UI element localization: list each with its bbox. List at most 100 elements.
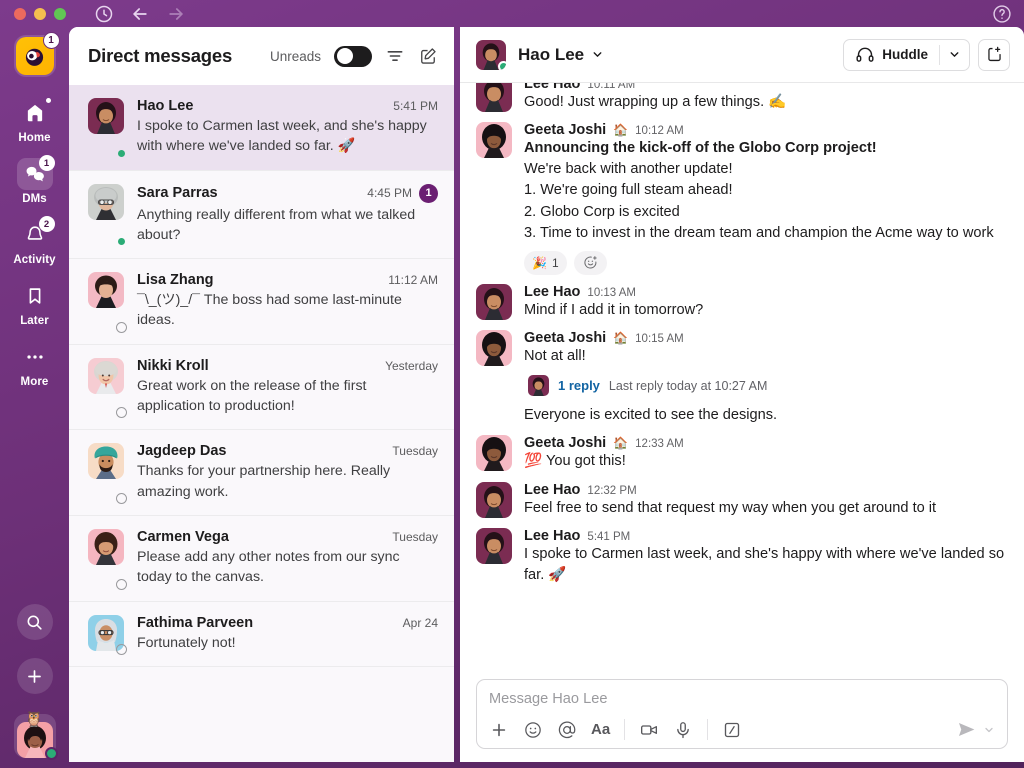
dm-conversation-list: Hao Lee 5:41 PM I spoke to Carmen last w… (69, 85, 454, 762)
avatar-image-geeta-m3 (476, 330, 512, 367)
forward-arrow-icon[interactable] (166, 4, 186, 24)
list-item[interactable]: Fathima Parveen Apr 24 Fortunately not! (69, 602, 454, 667)
list-item-meta: Tuesday (392, 444, 438, 458)
avatar (88, 528, 124, 565)
back-arrow-icon[interactable] (130, 4, 150, 24)
list-item-body: Carmen Vega Tuesday Please add any other… (137, 529, 438, 588)
sidebar-item-more[interactable]: More (6, 341, 64, 388)
filter-icon[interactable] (385, 46, 405, 66)
thread-summary[interactable]: 1 reply Last reply today at 10:27 AM (528, 375, 1008, 397)
thread-reply-count[interactable]: 1 reply (558, 378, 600, 393)
avatar[interactable] (476, 39, 506, 70)
timestamp: Apr 24 (402, 615, 438, 630)
slash-icon[interactable] (722, 720, 742, 740)
message-meta: Lee Hao 10:13 AM (524, 284, 1008, 300)
avatar-image-nikki (88, 357, 124, 394)
huddle-button[interactable]: Huddle (843, 38, 970, 71)
close-window-button[interactable] (14, 7, 26, 20)
dms-unread-badge: 1 (38, 155, 55, 171)
huddle-options-button[interactable] (940, 48, 969, 61)
add-reaction-button[interactable] (573, 250, 607, 275)
avatar-image-hao-m6 (476, 527, 512, 564)
unreads-toggle[interactable] (334, 45, 372, 67)
message-body: Not at all! (524, 348, 586, 365)
message-timestamp: 12:33 AM (635, 438, 684, 451)
avatar-image (528, 375, 549, 397)
new-canvas-button[interactable] (978, 38, 1010, 71)
plus-icon[interactable] (489, 720, 509, 740)
list-item-header: Sara Parras 4:45 PM 1 (137, 183, 438, 203)
reaction-pill[interactable]: 🎉 1 (524, 250, 567, 275)
message-preview: Please add any other notes from our sync… (137, 548, 400, 586)
message-meta: Geeta Joshi 🏠 10:12 AM (524, 122, 1008, 138)
reaction-count: 1 (551, 255, 559, 270)
avatar-image-hao-m0 (476, 83, 512, 112)
sidebar-item-dms[interactable]: 1 DMs (6, 155, 64, 205)
headphones-icon (856, 47, 874, 62)
conversation-name: Sara Parras (137, 185, 218, 202)
list-item[interactable]: Carmen Vega Tuesday Please add any other… (69, 516, 454, 602)
minimize-window-button[interactable] (34, 7, 46, 20)
page-title: Direct messages (88, 45, 233, 66)
avatar (476, 122, 512, 275)
list-item-body: Nikki Kroll Yesterday Great work on the … (137, 358, 438, 417)
search-button[interactable] (16, 604, 53, 640)
author-status-emoji: 🏠 (613, 331, 629, 346)
maximize-window-button[interactable] (54, 7, 66, 20)
clock-icon[interactable] (94, 4, 114, 24)
user-avatar-button[interactable]: 🦉 (13, 711, 58, 760)
message-author: Lee Hao (524, 283, 581, 300)
message-composer[interactable]: Message Hao Lee Aa (476, 679, 1008, 749)
mic-icon[interactable] (673, 720, 693, 740)
timestamp: 4:45 PM (367, 186, 412, 201)
list-item-body: Hao Lee 5:41 PM I spoke to Carmen last w… (137, 98, 438, 157)
message-preview: Fortunately not! (137, 634, 236, 651)
chevron-down-icon[interactable] (983, 724, 995, 736)
message-timestamp: 10:11 AM (587, 83, 636, 91)
emoji-icon[interactable] (523, 720, 543, 740)
message-timestamp: 10:13 AM (587, 286, 637, 299)
list-item[interactable]: Nikki Kroll Yesterday Great work on the … (69, 345, 454, 431)
send-icon[interactable] (956, 719, 977, 740)
message-input[interactable]: Message Hao Lee (489, 691, 995, 719)
timestamp: 5:41 PM (393, 99, 438, 113)
format-icon[interactable]: Aa (591, 720, 610, 740)
avatar-image (476, 435, 512, 472)
list-item-header: Nikki Kroll Yesterday (137, 358, 438, 374)
message-list[interactable]: Lee Hao 10:11 AM Good! Just wrapping up … (460, 83, 1024, 671)
sidebar-item-activity[interactable]: 2 Activity (6, 216, 64, 266)
create-new-button[interactable] (16, 658, 53, 694)
sidebar-item-home[interactable]: Home (6, 97, 64, 144)
mention-icon[interactable] (557, 720, 577, 740)
message-body-line: 3. Time to invest in the dream team and … (524, 224, 994, 241)
message-body-after-thread: Everyone is excited to see the designs. (524, 407, 778, 424)
plus-icon (28, 669, 41, 683)
video-icon[interactable] (639, 720, 659, 740)
message-preview: Great work on the release of the first a… (137, 377, 367, 415)
list-item[interactable]: Lisa Zhang 11:12 AM ¯\_(ツ)_/¯ The boss h… (69, 259, 454, 345)
sidebar-item-label-later: Later (20, 315, 49, 327)
compose-icon[interactable] (418, 46, 438, 66)
message-author: Lee Hao (524, 83, 581, 92)
chevron-down-icon[interactable] (591, 48, 604, 61)
conversation-pane: Hao Lee Huddle Lee Hao 10:11 AM Good! Ju… (460, 27, 1024, 762)
presence-indicator (498, 60, 506, 70)
activity-unread-badge: 2 (38, 216, 55, 232)
huddle-main[interactable]: Huddle (844, 45, 939, 65)
workspace-switcher[interactable]: 1 (15, 32, 60, 75)
message-preview: Thanks for your partnership here. Really… (137, 463, 391, 500)
presence-indicator (116, 407, 127, 419)
timestamp: Yesterday (385, 358, 438, 373)
window-controls[interactable] (0, 7, 66, 20)
avatar-image (476, 283, 512, 320)
conversation-name: Hao Lee (137, 98, 194, 114)
list-item-meta: Yesterday (385, 359, 438, 373)
message-content: Lee Hao 10:13 AM Mind if I add it in tom… (524, 284, 1008, 321)
sidebar-item-later[interactable]: Later (6, 280, 64, 327)
list-item[interactable]: Hao Lee 5:41 PM I spoke to Carmen last w… (69, 85, 454, 171)
list-item[interactable]: Sara Parras 4:45 PM 1 Anything really di… (69, 171, 454, 260)
list-item[interactable]: Jagdeep Das Tuesday Thanks for your part… (69, 430, 454, 516)
conversation-name: Fathima Parveen (137, 614, 254, 631)
list-item-body: Sara Parras 4:45 PM 1 Anything really di… (137, 183, 438, 246)
help-circle-icon[interactable] (992, 4, 1012, 24)
